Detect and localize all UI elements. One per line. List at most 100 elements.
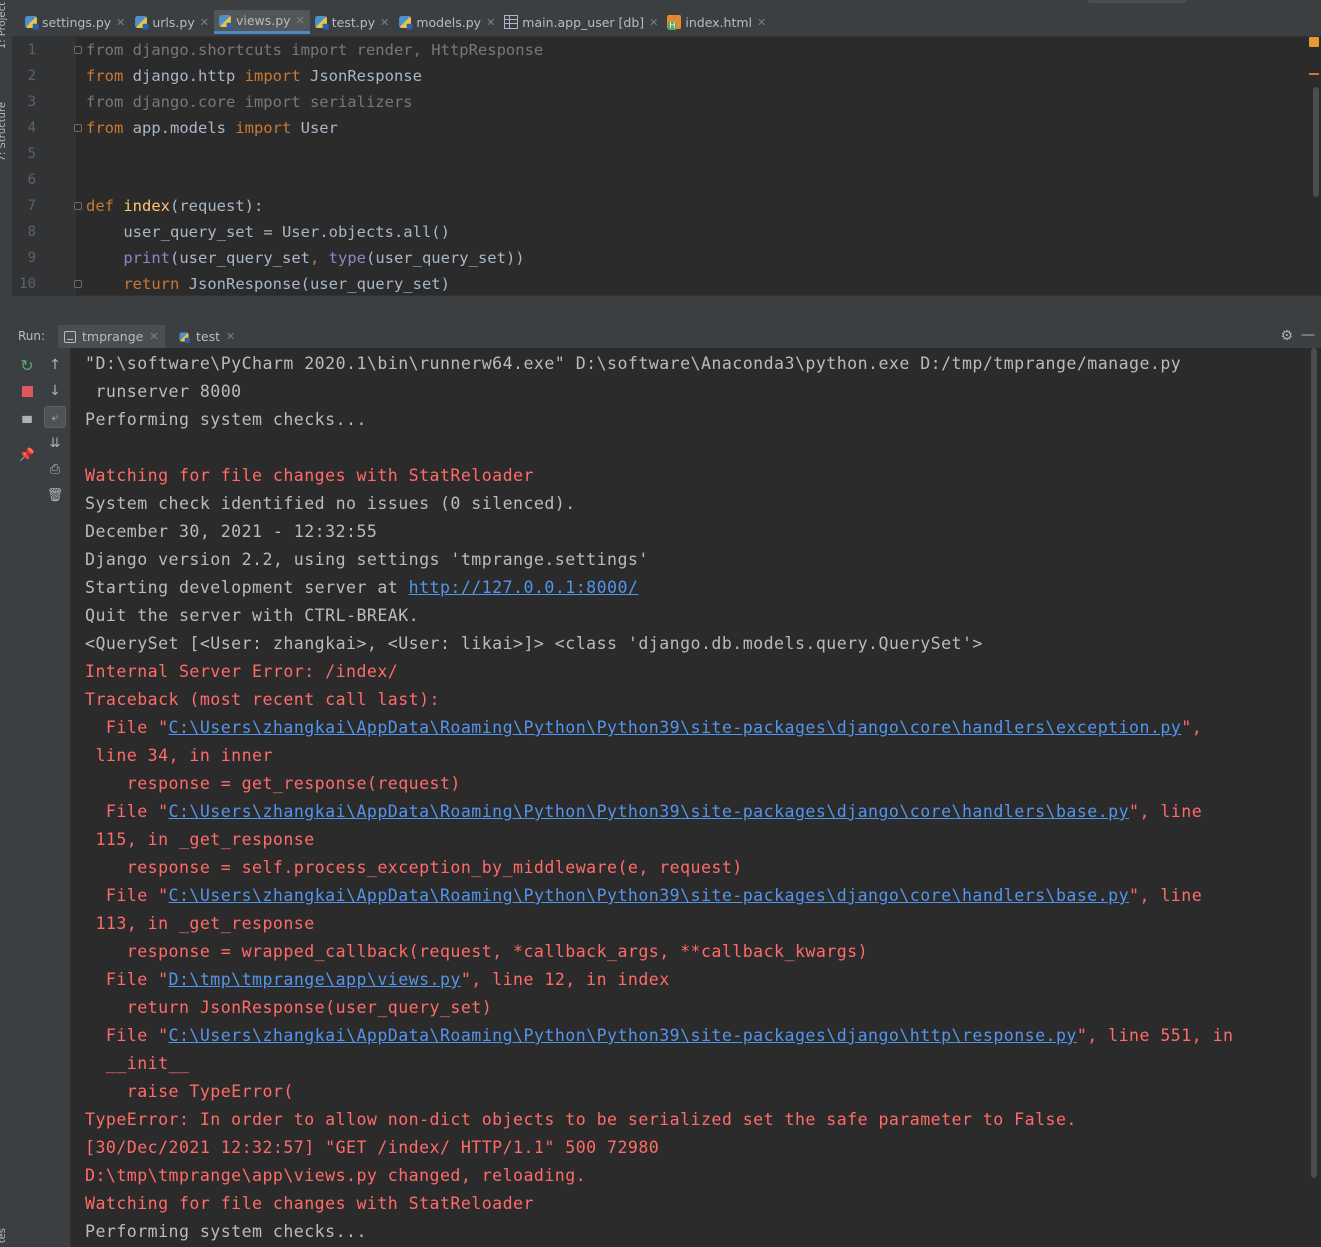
editor-scrollbar[interactable]	[1307, 37, 1321, 295]
fold-marker-icon[interactable]	[74, 280, 82, 288]
soft-wrap-icon[interactable]: ⤶	[44, 406, 66, 428]
run-tab-test[interactable]: test ✕	[172, 325, 241, 348]
close-icon[interactable]: ✕	[226, 330, 235, 343]
console-output[interactable]: "D:\software\PyCharm 2020.1\bin\runnerw6…	[71, 348, 1307, 1247]
code-line[interactable]: def index(request):	[86, 193, 263, 219]
code-line[interactable]: from django.http import JsonResponse	[86, 63, 422, 89]
console-text: Internal Server Error: /index/	[85, 662, 399, 681]
tab-label: main.app_user [db]	[522, 14, 645, 30]
console-text: __init__	[85, 1054, 190, 1073]
close-icon[interactable]: ✕	[296, 14, 305, 27]
console-line: Watching for file changes with StatReloa…	[85, 462, 1233, 490]
tab-test-py[interactable]: test.py ✕	[310, 10, 395, 34]
gear-icon[interactable]: ⚙	[1280, 328, 1293, 344]
fold-marker-icon[interactable]	[74, 124, 82, 132]
code-token: import	[244, 67, 301, 85]
console-text: 115, in _get_response	[85, 830, 315, 849]
up-arrow-icon[interactable]: ↑	[44, 354, 66, 376]
warning-marker-icon[interactable]	[1309, 37, 1319, 47]
console-text: Watching for file changes with StatReloa…	[85, 466, 534, 485]
console-link[interactable]: C:\Users\zhangkai\AppData\Roaming\Python…	[169, 718, 1182, 737]
close-icon[interactable]: ✕	[200, 16, 209, 29]
tab-main-app-user-db-[interactable]: main.app_user [db] ✕	[500, 10, 663, 34]
error-stripe-marker[interactable]	[1309, 73, 1319, 75]
code-line[interactable]: from app.models import User	[86, 115, 338, 141]
tab-label: settings.py	[42, 14, 112, 30]
code-line[interactable]: print(user_query_set, type(user_query_se…	[86, 245, 525, 271]
code-token: user_query_set = User.objects.all()	[86, 223, 450, 241]
tab-models-py[interactable]: models.py ✕	[394, 10, 500, 34]
scroll-to-end-icon[interactable]: ⇊	[44, 432, 66, 454]
code-token: ,	[309, 249, 329, 267]
close-icon[interactable]: ✕	[149, 330, 158, 343]
run-panel-header: Run: tmprange ✕ test ✕ ⚙ —	[12, 325, 1321, 348]
console-line: __init__	[85, 1050, 1233, 1078]
editor-tab-bar: settings.py ✕ urls.py ✕ views.py ✕ test.py ✕ mod…	[12, 0, 1321, 37]
fold-marker-icon[interactable]	[74, 202, 82, 210]
console-link[interactable]: C:\Users\zhangkai\AppData\Roaming\Python…	[169, 886, 1130, 905]
console-link[interactable]: C:\Users\zhangkai\AppData\Roaming\Python…	[169, 802, 1130, 821]
close-icon[interactable]: ✕	[486, 16, 495, 29]
layout-icon[interactable]: ▀	[16, 412, 38, 434]
stop-button[interactable]	[16, 380, 38, 402]
console-text: Django version 2.2, using settings 'tmpr…	[85, 550, 649, 569]
bottom-tool-button[interactable]: tes	[0, 1228, 8, 1243]
console-text: response = self.process_exception_by_mid…	[85, 858, 743, 877]
tab-label: urls.py	[152, 14, 195, 30]
tab-urls-py[interactable]: urls.py ✕	[130, 10, 214, 34]
editor-scroll-thumb[interactable]	[1313, 87, 1319, 197]
console-line: 115, in _get_response	[85, 826, 1233, 854]
close-icon[interactable]: ✕	[649, 16, 658, 29]
console-link[interactable]: D:\tmp\tmprange\app\views.py	[169, 970, 461, 989]
line-number: 7	[27, 198, 36, 214]
console-line: File "D:\tmp\tmprange\app\views.py", lin…	[85, 966, 1233, 994]
fold-marker-icon[interactable]	[74, 46, 82, 54]
trash-icon[interactable]: 🗑	[44, 484, 66, 506]
console-line: Starting development server at http://12…	[85, 574, 1233, 602]
run-label: Run:	[18, 329, 46, 343]
console-lines: "D:\software\PyCharm 2020.1\bin\runnerw6…	[85, 350, 1233, 1246]
python-file-icon	[219, 14, 233, 29]
structure-tool-button[interactable]: 7: Structure	[0, 102, 8, 161]
console-text: Starting development server at	[85, 578, 409, 597]
pin-icon[interactable]: 📌	[16, 444, 38, 466]
console-scroll-thumb[interactable]	[1311, 348, 1317, 1178]
console-link[interactable]: C:\Users\zhangkai\AppData\Roaming\Python…	[169, 1026, 1077, 1045]
console-line: [30/Dec/2021 12:32:57] "GET /index/ HTTP…	[85, 1134, 1233, 1162]
console-text: 113, in _get_response	[85, 914, 315, 933]
code-line[interactable]: return JsonResponse(user_query_set)	[86, 271, 450, 297]
console-link[interactable]: http://127.0.0.1:8000/	[409, 578, 639, 597]
close-icon[interactable]: ✕	[757, 16, 766, 29]
code-token: (user_query_set))	[365, 249, 525, 267]
console-text: File "	[85, 718, 169, 737]
run-tab-tmprange[interactable]: tmprange ✕	[58, 325, 165, 348]
console-text: raise TypeError(	[85, 1082, 294, 1101]
code-token: from	[86, 119, 124, 137]
run-tab-label: tmprange	[82, 329, 144, 344]
code-editor[interactable]: 1 2 3 4 5 6 7 8 9 10 from django.shortcuts import…	[12, 37, 1321, 295]
print-icon[interactable]: ⎙	[44, 458, 66, 480]
code-token: from django.core import serializers	[86, 93, 413, 111]
console-text: response = wrapped_callback(request, *ca…	[85, 942, 869, 961]
console-text: [30/Dec/2021 12:32:57] "GET /index/ HTTP…	[85, 1138, 660, 1157]
panel-splitter[interactable]	[12, 295, 1321, 326]
rerun-icon[interactable]: ↻	[16, 354, 38, 376]
tab-index-html[interactable]: index.html ✕	[663, 10, 771, 34]
tab-views-py[interactable]: views.py ✕	[213, 10, 310, 34]
python-file-icon	[179, 332, 190, 343]
minimize-icon[interactable]: —	[1301, 327, 1315, 343]
code-line[interactable]: user_query_set = User.objects.all()	[86, 219, 450, 245]
code-line[interactable]: from django.shortcuts import render, Htt…	[86, 37, 543, 63]
tab-settings-py[interactable]: settings.py ✕	[20, 10, 130, 34]
console-scrollbar[interactable]	[1307, 348, 1321, 1247]
code-token: import	[235, 119, 292, 137]
code-token: print	[123, 249, 170, 267]
close-icon[interactable]: ✕	[380, 16, 389, 29]
console-text: Quit the server with CTRL-BREAK.	[85, 606, 420, 625]
down-arrow-icon[interactable]: ↓	[44, 380, 66, 402]
project-tool-button[interactable]: 1: Project	[0, 2, 8, 49]
code-line[interactable]: from django.core import serializers	[86, 89, 413, 115]
close-icon[interactable]: ✕	[116, 16, 125, 29]
console-text: <QuerySet [<User: zhangkai>, <User: lika…	[85, 634, 983, 653]
